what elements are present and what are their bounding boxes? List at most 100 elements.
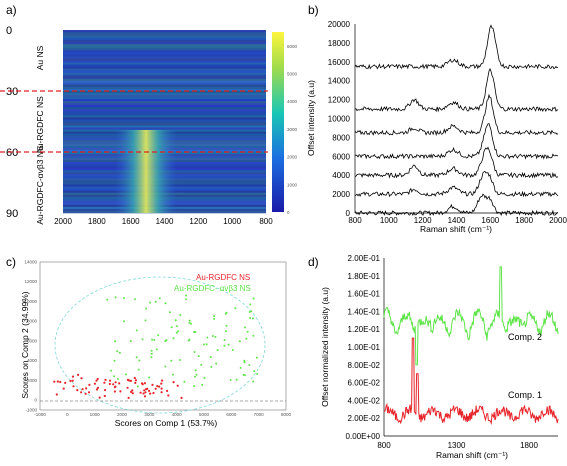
- y-tick-label: 1.60E-01: [348, 290, 381, 299]
- scatter-point-green: [183, 380, 186, 383]
- scatter-point-green: [229, 379, 232, 381]
- scatter-point-green: [234, 307, 237, 310]
- scatter-point-red: [160, 391, 163, 394]
- x-tick-label: 800: [377, 441, 391, 450]
- scatter-point-red: [143, 395, 147, 398]
- y-tick-label: 1.40E-01: [348, 307, 381, 316]
- heatmap-row: [63, 38, 266, 41]
- y-tick-label: 6000: [332, 152, 350, 161]
- scatter-point-green: [129, 340, 132, 343]
- y-tick-label: 12000: [24, 279, 37, 284]
- scatter-point-green: [118, 351, 121, 354]
- panel-b-y-ticks: 0 2000 4000 6000 8000 10000 12000 14000 16000 180…: [328, 20, 351, 218]
- colorbar: [272, 32, 284, 212]
- x-tick-label: 2000: [549, 216, 567, 225]
- scatter-point-red: [176, 384, 179, 387]
- scatter-point-red: [154, 387, 157, 390]
- scatter-point-green: [168, 311, 171, 314]
- scatter-point-red: [143, 389, 146, 392]
- scatter-point-green: [215, 362, 218, 365]
- scatter-point-red: [62, 387, 65, 390]
- y-tick-label: 90: [6, 208, 18, 220]
- scatter-point-red: [53, 380, 56, 383]
- scatter-point-red: [81, 388, 84, 391]
- panel-label-d: d): [308, 255, 319, 269]
- scatter-point-red: [108, 382, 111, 386]
- heatmap-row: [63, 117, 266, 120]
- heatmap-bright-band: [115, 130, 177, 213]
- scatter-point-red: [88, 383, 91, 386]
- scatter-point-green: [201, 383, 204, 386]
- heatmap-row: [63, 123, 266, 126]
- panel-label-a: a): [6, 3, 17, 17]
- series-label-comp2: Comp. 2: [508, 332, 542, 342]
- scatter-point-green: [154, 300, 157, 303]
- scatter-point-green: [137, 368, 140, 371]
- panel-c-x-ticks: -1000 0 1000 2000 3000 4000 5000 6000 7000 8000: [34, 412, 291, 417]
- scatter-point-green: [188, 321, 191, 324]
- scatter-point-red: [104, 378, 107, 381]
- scatter-point-red: [129, 379, 132, 382]
- spectrum-line: [354, 67, 559, 113]
- scatter-point-red: [56, 380, 59, 383]
- y-tick-label: 14000: [24, 260, 37, 265]
- scatter-point-green: [149, 301, 152, 304]
- y-tick-label: 0: [34, 398, 37, 403]
- y-tick-label: 0: [6, 25, 12, 37]
- scatter-point-red: [77, 373, 80, 376]
- heatmap-row: [63, 86, 266, 90]
- x-tick-label: 800: [348, 216, 362, 225]
- heatmap-row: [63, 84, 266, 88]
- scatter-point-red: [93, 382, 96, 385]
- panel-c-scatter: -1000 0 1000 2000 3000 4000 5000 6000 7000 8000 -…: [20, 260, 292, 429]
- y-tick-label: 8000: [332, 133, 350, 142]
- scatter-point-red: [87, 391, 91, 394]
- scatter-point-green: [243, 374, 246, 377]
- panel-b-lines: [354, 24, 559, 217]
- x-tick-label: 1000: [90, 412, 101, 417]
- panel-c-points: [53, 294, 259, 399]
- scatter-point-red: [143, 382, 146, 385]
- x-tick-label: 6000: [226, 412, 237, 417]
- scatter-point-green: [135, 329, 138, 332]
- x-tick-label: 1800: [515, 216, 533, 225]
- x-tick-label: 0: [66, 412, 69, 417]
- heatmap-row: [63, 115, 266, 118]
- scatter-point-green: [205, 343, 208, 346]
- panel-c-xlabel: Scores on Comp 1 (53.7%): [115, 418, 218, 428]
- scatter-point-green: [194, 369, 197, 372]
- scatter-point-green: [150, 352, 153, 355]
- scatter-point-green: [185, 298, 187, 301]
- scatter-point-green: [193, 351, 196, 353]
- scatter-point-red: [145, 388, 148, 391]
- scatter-point-red: [127, 396, 130, 399]
- heatmap-row: [63, 127, 266, 130]
- heatmap-row: [63, 58, 266, 61]
- colorbar-tick-label: 2000: [287, 155, 298, 160]
- colorbar-tick-label: 5000: [287, 72, 298, 77]
- heatmap-x-ticks: 2000 1800 1600 1400 1200 1000 800: [54, 217, 273, 226]
- scatter-point-green: [256, 372, 259, 375]
- colorbar-tick-label: 1000: [287, 182, 298, 187]
- x-tick-label: 3000: [144, 412, 155, 417]
- scatter-point-red: [85, 387, 88, 390]
- scatter-point-red: [72, 385, 75, 388]
- scatter-point-red: [114, 381, 117, 384]
- x-tick-label: 4000: [172, 412, 183, 417]
- scatter-point-red: [126, 386, 129, 389]
- scatter-point-green: [123, 320, 125, 323]
- scatter-point-green: [153, 339, 156, 341]
- y-tick-label: 0: [346, 209, 351, 218]
- scatter-point-green: [170, 326, 173, 329]
- heatmap-row: [63, 60, 266, 63]
- scatter-point-green: [106, 298, 109, 301]
- scatter-point-red: [55, 393, 58, 396]
- scatter-point-green: [248, 311, 251, 313]
- panel-d-y-ticks: 0.00E+00 2.00E-02 4.00E-02 6.00E-02 8.00E-02…: [346, 254, 381, 441]
- y-tick-label: 30: [6, 86, 18, 98]
- component-line: [384, 337, 559, 426]
- heatmap-y-ticks: 0 30 60 90: [6, 25, 18, 220]
- scatter-point-red: [139, 391, 142, 394]
- spectrum-line: [355, 123, 559, 160]
- x-tick-label: 7000: [254, 412, 265, 417]
